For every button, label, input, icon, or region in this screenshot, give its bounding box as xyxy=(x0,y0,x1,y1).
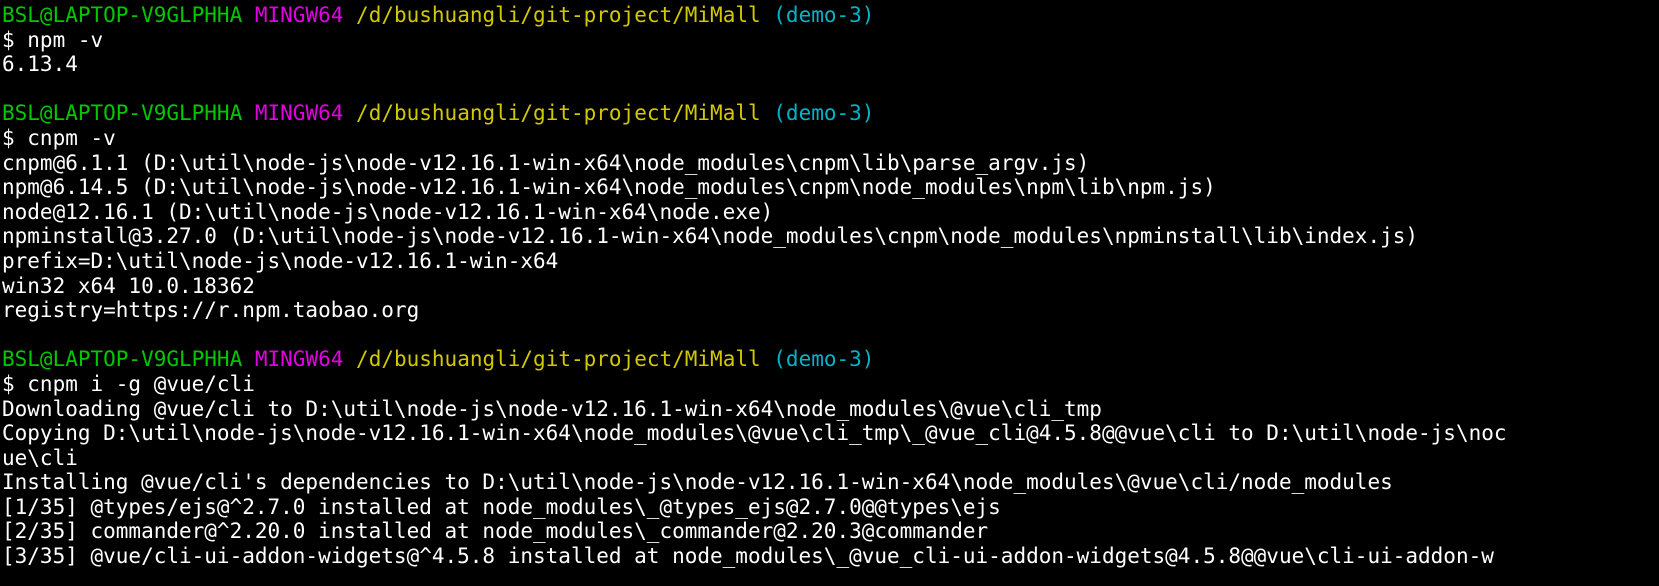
prompt-user: BSL@LAPTOP-V9GLPHHA xyxy=(2,347,243,372)
prompt-path: /d/bushuangli/git-project/MiMall xyxy=(356,347,761,372)
output-line: ue\cli xyxy=(2,445,78,470)
output-line: Installing @vue/cli's dependencies to D:… xyxy=(2,470,1393,495)
output-line: registry=https://r.npm.taobao.org xyxy=(2,298,420,323)
output-line: [2/35] commander@^2.20.0 installed at no… xyxy=(2,519,989,544)
prompt-path: /d/bushuangli/git-project/MiMall xyxy=(356,3,761,27)
prompt-system: MINGW64 xyxy=(254,3,344,27)
prompt-user: BSL@LAPTOP-V9GLPHHA xyxy=(2,101,243,126)
output-line: Downloading @vue/cli to D:\util\node-js\… xyxy=(2,396,1102,421)
output-line: Copying D:\util\node-js\node-v12.16.1-wi… xyxy=(2,421,1507,446)
output-line: [1/35] @types/ejs@^2.7.0 installed at no… xyxy=(2,494,1001,519)
output-line: win32 x64 10.0.18362 xyxy=(2,273,255,298)
prompt-line: BSL@LAPTOP-V9GLPHHA MINGW64 /d/bushuangl… xyxy=(2,3,1659,28)
output-line: node@12.16.1 (D:\util\node-js\node-v12.1… xyxy=(2,199,774,224)
command-line: $ cnpm i -g @vue/cli xyxy=(2,371,255,396)
prompt-line: BSL@LAPTOP-V9GLPHHA MINGW64 /d/bushuangl… xyxy=(2,347,1659,372)
prompt-system: MINGW64 xyxy=(254,101,344,126)
output-line: cnpm@6.1.1 (D:\util\node-js\node-v12.16.… xyxy=(2,150,1090,175)
output-line: 6.13.4 xyxy=(2,52,78,77)
prompt-branch: (demo-3) xyxy=(773,347,875,372)
output-line: npminstall@3.27.0 (D:\util\node-js\node-… xyxy=(2,224,1419,249)
prompt-line: BSL@LAPTOP-V9GLPHHA MINGW64 /d/bushuangl… xyxy=(2,101,1659,126)
prompt-user: BSL@LAPTOP-V9GLPHHA xyxy=(2,3,243,27)
output-line: prefix=D:\util\node-js\node-v12.16.1-win… xyxy=(2,248,559,273)
terminal-window[interactable]: BSL@LAPTOP-V9GLPHHA MINGW64 /d/bushuangl… xyxy=(0,0,1659,586)
command-line: $ npm -v xyxy=(2,27,104,52)
prompt-system: MINGW64 xyxy=(254,347,344,372)
prompt-branch: (demo-3) xyxy=(773,101,875,126)
prompt-path: /d/bushuangli/git-project/MiMall xyxy=(356,101,761,126)
output-line: [3/35] @vue/cli-ui-addon-widgets@^4.5.8 … xyxy=(2,544,1494,569)
command-line: $ cnpm -v xyxy=(2,125,116,150)
output-line: npm@6.14.5 (D:\util\node-js\node-v12.16.… xyxy=(2,175,1216,200)
prompt-branch: (demo-3) xyxy=(773,3,875,27)
